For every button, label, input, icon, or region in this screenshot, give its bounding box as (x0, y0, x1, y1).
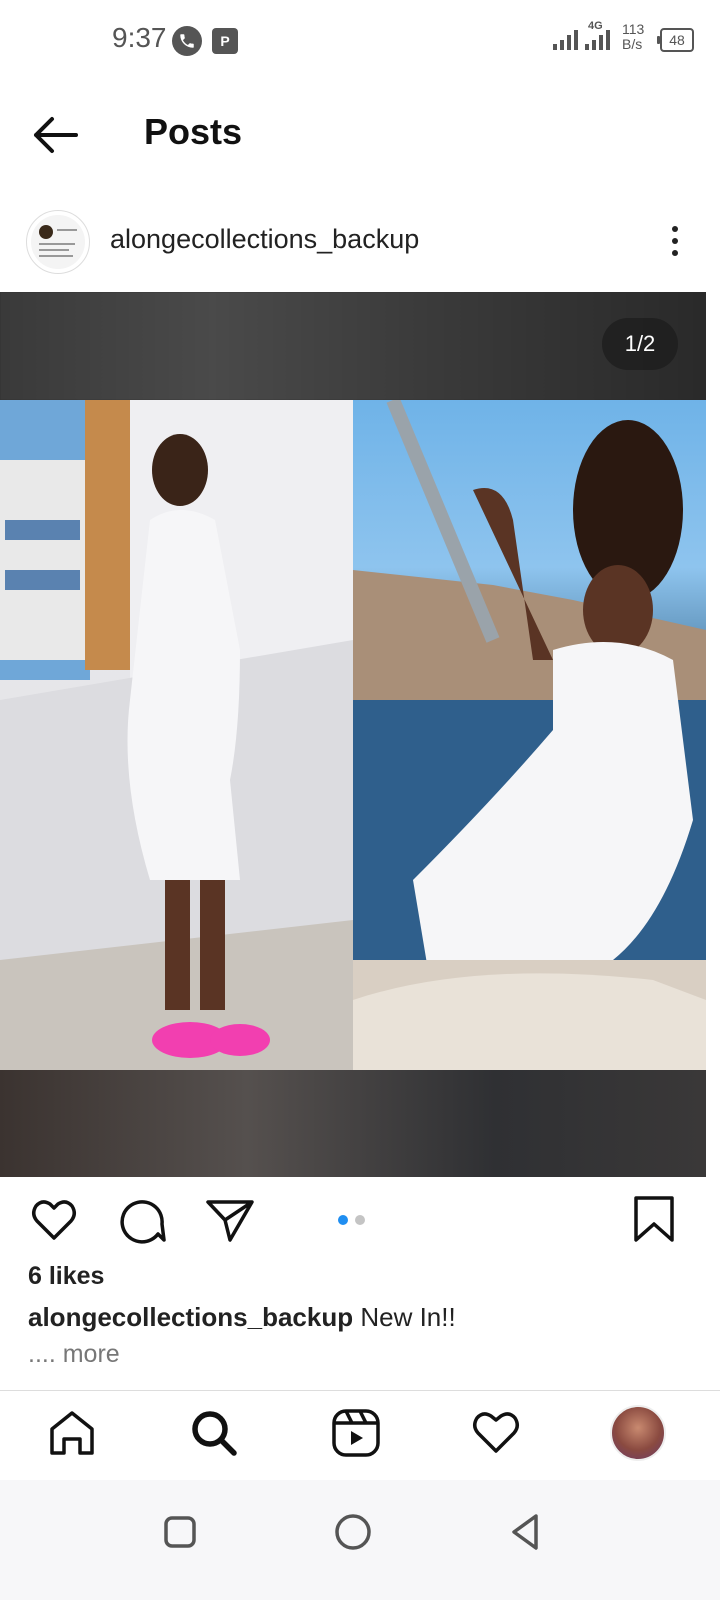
post-caption: alongecollections_backup New In!! (28, 1302, 456, 1333)
post-username[interactable]: alongecollections_backup (110, 224, 419, 255)
system-navigation (0, 1480, 720, 1600)
account-avatar[interactable] (26, 210, 90, 274)
carousel-dot (355, 1215, 365, 1225)
recents-square-icon (164, 1516, 196, 1548)
heart-icon (32, 1200, 76, 1240)
carousel-indicator (338, 1212, 372, 1230)
nav-home[interactable] (44, 1405, 100, 1461)
like-button[interactable] (28, 1194, 80, 1246)
share-icon (206, 1200, 254, 1242)
speed-unit: B/s (622, 36, 643, 52)
signal-4g-icon (585, 30, 610, 50)
caption-text: New In!! (360, 1302, 456, 1332)
carousel-page-counter: 1/2 (602, 318, 678, 370)
comment-button[interactable] (116, 1194, 168, 1246)
back-triangle-icon (512, 1514, 538, 1550)
share-button[interactable] (204, 1194, 256, 1246)
back-button[interactable] (28, 111, 84, 159)
comment-icon (120, 1200, 166, 1244)
photo-left-illustration (0, 400, 353, 1070)
app-notification-icon: P (212, 28, 238, 54)
caption-more-link[interactable]: .... more (28, 1340, 120, 1369)
menu-dot (672, 238, 678, 244)
heart-icon (473, 1412, 519, 1453)
battery-icon: 48 (657, 28, 694, 52)
bookmark-icon (634, 1196, 674, 1242)
arrow-left-icon (34, 117, 78, 153)
post-media-carousel[interactable]: 1/2 (0, 292, 706, 1177)
avatar-thumbnail (31, 215, 85, 269)
page-title: Posts (144, 111, 243, 152)
bottom-navigation (0, 1390, 720, 1481)
media-blur-top (0, 292, 706, 400)
nav-search[interactable] (186, 1405, 242, 1461)
status-bar: 9:37 P 4G 113 B/s 48 (0, 0, 720, 80)
caption-username[interactable]: alongecollections_backup (28, 1302, 353, 1332)
photo-left (0, 400, 353, 1070)
top-header: Posts (0, 95, 720, 175)
nav-profile-avatar[interactable] (610, 1405, 666, 1461)
avatar-thumbnail-line (39, 255, 73, 257)
avatar-thumbnail-line (57, 229, 77, 231)
back-system-button[interactable] (500, 1506, 550, 1556)
network-speed: 113 B/s (622, 22, 644, 52)
search-icon (192, 1411, 237, 1456)
nav-reels[interactable] (328, 1405, 384, 1461)
post-actions (0, 1190, 720, 1250)
home-circle-icon (335, 1514, 371, 1550)
home-icon (50, 1411, 94, 1455)
avatar-thumbnail-line (39, 249, 69, 251)
signal-icon (553, 30, 578, 50)
reels-icon (332, 1409, 380, 1457)
avatar-thumbnail-line (39, 243, 75, 245)
save-button[interactable] (628, 1194, 680, 1246)
phone-icon (172, 26, 202, 56)
menu-dot (672, 250, 678, 256)
recents-button[interactable] (156, 1506, 206, 1556)
like-count[interactable]: 6 likes (28, 1262, 104, 1291)
avatar-thumbnail-figure (39, 225, 53, 239)
more-options-icon[interactable] (660, 222, 690, 262)
status-time: 9:37 (112, 22, 167, 53)
menu-dot (672, 226, 678, 232)
nav-activity[interactable] (468, 1405, 524, 1461)
media-blur-bottom (0, 1070, 706, 1177)
photo-right-illustration (353, 400, 706, 1070)
photo-right (353, 400, 706, 1070)
speed-value: 113 (622, 21, 645, 37)
post-header: alongecollections_backup (0, 200, 720, 290)
home-system-button[interactable] (328, 1506, 378, 1556)
carousel-dot-active (338, 1215, 348, 1225)
